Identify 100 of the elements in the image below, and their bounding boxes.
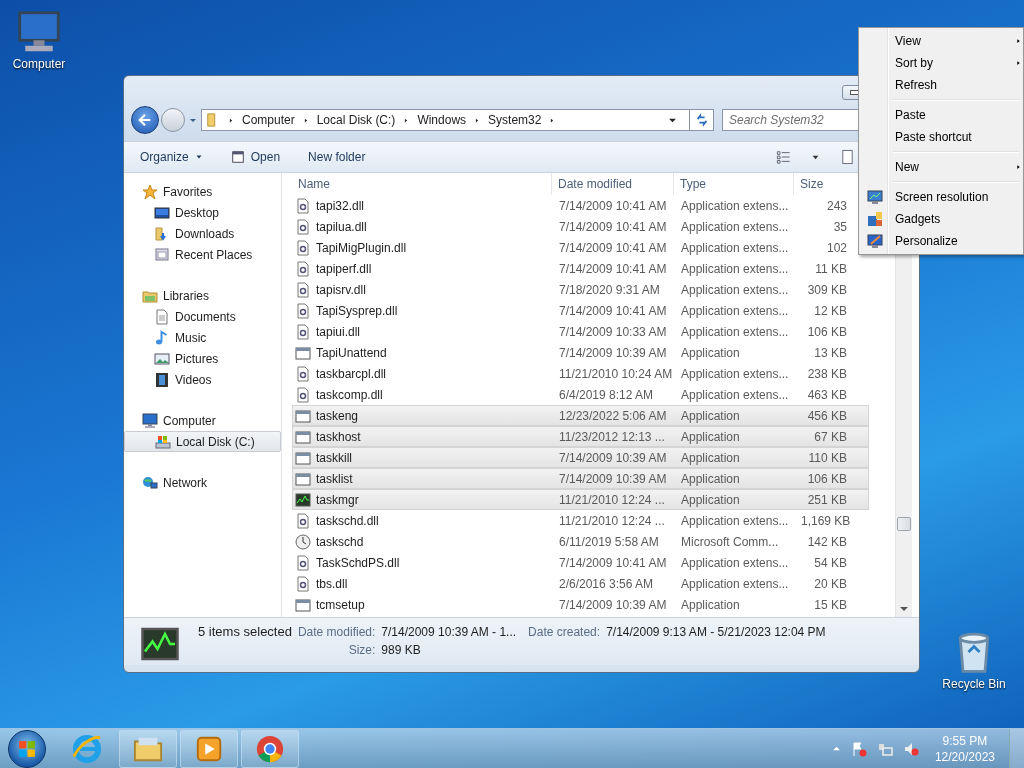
gear-document-icon: [295, 218, 311, 235]
context-menu-item[interactable]: View: [861, 30, 1021, 52]
detail-value: 7/14/2009 10:39 AM - 1...: [381, 625, 517, 639]
breadcrumb-link[interactable]: Local Disk (C:): [316, 113, 396, 127]
sidebar-item[interactable]: Network: [124, 472, 281, 493]
date-modified: 7/14/2009 10:39 AM: [558, 471, 668, 486]
date-modified: 7/14/2009 10:39 AM: [558, 597, 668, 612]
breadcrumb-link[interactable]: System32: [488, 113, 542, 127]
file-size: 35: [832, 219, 848, 234]
scroll-down-arrow-icon[interactable]: [900, 607, 908, 611]
desktop-icon-label: Computer: [12, 57, 66, 71]
file-row[interactable]: tcmsetup 7/14/2009 10:39 AM Application 15 KB: [292, 594, 869, 615]
file-size: 12 KB: [813, 303, 848, 318]
date-modified: 11/21/2010 12:24 ...: [558, 513, 666, 528]
start-button[interactable]: [8, 729, 46, 768]
back-button[interactable]: [131, 106, 159, 134]
taskbar-button[interactable]: [119, 729, 177, 768]
open-window-icon: [230, 150, 245, 164]
sidebar-item[interactable]: Pictures: [124, 348, 281, 369]
file-name: taskeng: [293, 407, 553, 424]
breadcrumb-link[interactable]: Computer: [242, 113, 295, 127]
date-modified: 7/14/2009 10:41 AM: [558, 555, 668, 570]
gear-document-icon: [295, 239, 311, 256]
sidebar-item[interactable]: Videos: [124, 369, 281, 390]
file-row[interactable]: taskcomp.dll 6/4/2019 8:12 AM Application extens... 463 KB: [292, 384, 869, 405]
refresh-button[interactable]: [690, 109, 714, 131]
file-row[interactable]: tapiui.dll 7/14/2009 10:33 AM Application extens... 106 KB: [292, 321, 869, 342]
address-bar[interactable]: Computer Local Disk (C:) Windows System32: [201, 109, 690, 131]
file-type: Application extens...: [680, 387, 790, 402]
file-row[interactable]: TapiSysprep.dll 7/14/2009 10:41 AM Application extens... 12 KB: [292, 300, 869, 321]
taskbar-button[interactable]: [241, 729, 299, 768]
file-size: 106 KB: [806, 324, 848, 339]
file-type: Application extens...: [680, 219, 790, 234]
file-size: 243: [825, 198, 848, 213]
column-header[interactable]: Name: [292, 173, 552, 195]
file-row[interactable]: tapiperf.dll 7/14/2009 10:41 AM Application extens... 11 KB: [292, 258, 869, 279]
file-row[interactable]: taskschd.dll 11/21/2010 12:24 ... Application extens... 1,169 KB: [292, 510, 869, 531]
sidebar-item[interactable]: Downloads: [124, 223, 281, 244]
detail-label: Size:: [347, 643, 376, 657]
context-menu-item[interactable]: Sort by: [861, 52, 1021, 74]
music-note-icon: [154, 329, 170, 346]
file-row[interactable]: taskschd 6/11/2019 5:58 AM Microsoft Comm... 142 KB: [292, 531, 869, 552]
file-row[interactable]: TapiUnattend 7/14/2009 10:39 AM Application 13 KB: [292, 342, 869, 363]
performance-monitor-icon: [295, 491, 311, 508]
sidebar-item[interactable]: Computer: [124, 410, 281, 431]
context-menu-item[interactable]: New: [861, 156, 1021, 178]
file-row[interactable]: taskeng 12/23/2022 5:06 AM Application 456 KB: [292, 405, 869, 426]
date-modified: 7/14/2009 10:41 AM: [558, 219, 668, 234]
file-row[interactable]: tasklist 7/14/2009 10:39 AM Application 106 KB: [292, 468, 869, 489]
file-type: Application: [680, 408, 741, 423]
column-header[interactable]: Date modified: [552, 173, 674, 195]
file-name: tapiui.dll: [293, 323, 553, 340]
gear-document-icon: [295, 197, 311, 214]
file-type: Application: [680, 450, 741, 465]
file-size: 15 KB: [813, 597, 848, 612]
file-size: 11 KB: [814, 261, 848, 276]
file-name: TapiUnattend: [293, 344, 553, 361]
breadcrumb-link[interactable]: Windows: [417, 113, 467, 127]
preview-pane-icon[interactable]: [840, 149, 855, 165]
context-menu-item[interactable]: Refresh: [861, 74, 1021, 96]
toolbar-button[interactable]: Organize: [136, 148, 207, 166]
view-options-icon[interactable]: [776, 150, 791, 164]
file-type: Application: [680, 597, 741, 612]
scrollbar-thumb[interactable]: [897, 517, 911, 531]
file-name: TaskSchdPS.dll: [293, 554, 553, 571]
browser-icon: [255, 733, 285, 764]
file-row[interactable]: tapisrv.dll 7/18/2020 9:31 AM Application extens... 309 KB: [292, 279, 869, 300]
sidebar-item[interactable]: Favorites: [124, 181, 281, 202]
file-row[interactable]: taskbarcpl.dll 11/21/2010 10:24 AM Application extens... 238 KB: [292, 363, 869, 384]
sidebar-item[interactable]: Libraries: [124, 285, 281, 306]
sidebar-item[interactable]: Music: [124, 327, 281, 348]
flag-warning-icon[interactable]: [850, 740, 867, 757]
date-modified: 7/14/2009 10:41 AM: [558, 240, 668, 255]
file-size: 309 KB: [806, 282, 848, 297]
star-icon: [142, 183, 158, 200]
toolbar-button[interactable]: New folder: [304, 148, 370, 166]
file-size: 13 KB: [813, 345, 848, 360]
gear-document-icon: [295, 512, 311, 529]
personalize-icon: [867, 233, 883, 249]
application-window-icon: [295, 344, 311, 361]
file-size: 463 KB: [806, 387, 848, 402]
column-header[interactable]: Type: [674, 173, 794, 195]
file-row[interactable]: taskmgr 11/21/2010 12:24 ... Application 251 KB: [292, 489, 869, 510]
toolbar-button[interactable]: Open: [226, 148, 285, 166]
file-row[interactable]: taskhost 11/23/2012 12:13 ... Application 67 KB: [292, 426, 869, 447]
sidebar-item[interactable]: Recent Places: [124, 244, 281, 265]
file-row[interactable]: taskkill 7/14/2009 10:39 AM Application 110 KB: [292, 447, 869, 468]
network-globe-icon: [142, 474, 158, 491]
date-modified: 12/23/2022 5:06 AM: [558, 408, 668, 423]
date-modified: 7/14/2009 10:41 AM: [558, 261, 668, 276]
file-type: Application: [680, 345, 741, 360]
file-row[interactable]: TaskSchdPS.dll 7/14/2009 10:41 AM Application extens... 54 KB: [292, 552, 869, 573]
sidebar-item[interactable]: Documents: [124, 306, 281, 327]
sidebar-item[interactable]: Desktop: [124, 202, 281, 223]
taskbar-button[interactable]: [180, 729, 238, 768]
back-arrow-icon: [138, 113, 152, 127]
file-row[interactable]: tbs.dll 2/6/2016 3:56 AM Application extens... 20 KB: [292, 573, 869, 594]
sidebar-item[interactable]: Local Disk (C:): [124, 431, 281, 452]
screen-resolution-icon: [867, 189, 883, 205]
show-hidden-icons-arrow-icon[interactable]: [831, 744, 841, 753]
